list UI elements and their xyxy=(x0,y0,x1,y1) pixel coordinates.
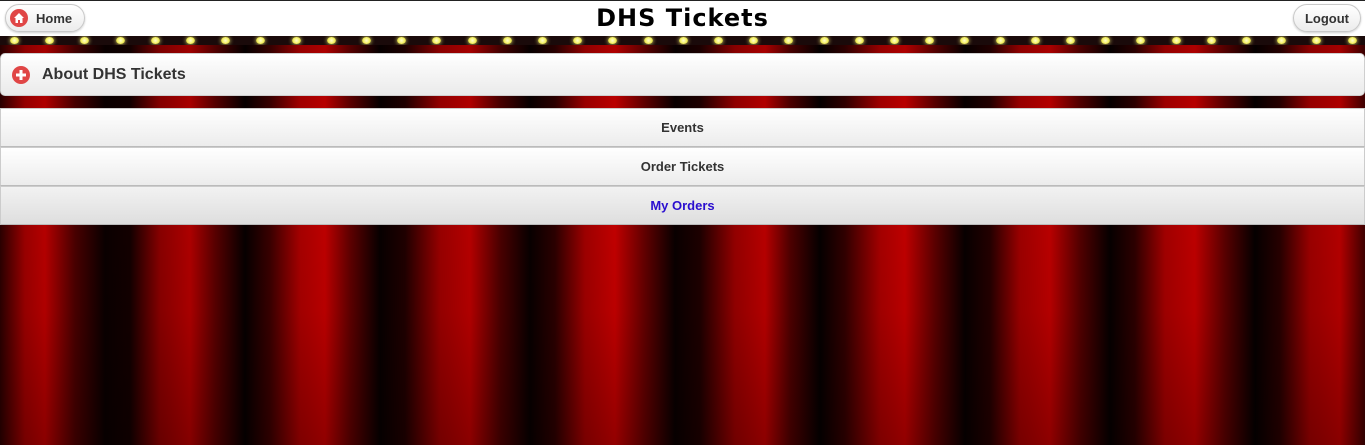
light-bulb xyxy=(714,37,723,44)
light-bulb xyxy=(1066,37,1075,44)
light-bulb xyxy=(80,37,89,44)
page-title: DHS Tickets xyxy=(596,4,769,32)
light-bulb xyxy=(1031,37,1040,44)
light-bulb xyxy=(679,37,688,44)
light-bulb xyxy=(784,37,793,44)
light-bulb xyxy=(890,37,899,44)
light-bulb xyxy=(468,37,477,44)
nav-item-events[interactable]: Events xyxy=(0,108,1365,147)
light-bulb xyxy=(1101,37,1110,44)
light-bulb xyxy=(608,37,617,44)
light-bulb xyxy=(116,37,125,44)
about-title: About DHS Tickets xyxy=(42,65,186,83)
light-bulb xyxy=(749,37,758,44)
light-bulb xyxy=(327,37,336,44)
light-bulb xyxy=(573,37,582,44)
light-bulb xyxy=(1172,37,1181,44)
light-bulb xyxy=(432,37,441,44)
light-bulb xyxy=(1207,37,1216,44)
light-bulb xyxy=(1242,37,1251,44)
light-bulb xyxy=(1136,37,1145,44)
light-bulb xyxy=(1277,37,1286,44)
light-bulb xyxy=(362,37,371,44)
light-bulb xyxy=(996,37,1005,44)
light-bulb xyxy=(925,37,934,44)
light-bulb xyxy=(644,37,653,44)
nav-list: Events Order Tickets My Orders xyxy=(0,108,1365,225)
light-bulb xyxy=(960,37,969,44)
light-bulb xyxy=(45,37,54,44)
marquee-lights xyxy=(0,36,1365,45)
light-bulb xyxy=(538,37,547,44)
light-bulb xyxy=(256,37,265,44)
light-bulb xyxy=(503,37,512,44)
light-bulb xyxy=(186,37,195,44)
light-bulb xyxy=(151,37,160,44)
light-bulb xyxy=(397,37,406,44)
nav-item-my-orders[interactable]: My Orders xyxy=(0,186,1365,225)
about-collapsible[interactable]: About DHS Tickets xyxy=(0,53,1365,96)
light-bulb xyxy=(1348,37,1357,44)
logout-button[interactable]: Logout xyxy=(1293,4,1361,32)
nav-item-order-tickets[interactable]: Order Tickets xyxy=(0,147,1365,186)
light-bulb xyxy=(855,37,864,44)
header-bar: Home DHS Tickets Logout xyxy=(0,0,1365,36)
light-bulb xyxy=(292,37,301,44)
light-bulb xyxy=(10,37,19,44)
light-bulb xyxy=(820,37,829,44)
light-bulb xyxy=(221,37,230,44)
plus-icon xyxy=(12,65,30,84)
light-bulb xyxy=(1312,37,1321,44)
